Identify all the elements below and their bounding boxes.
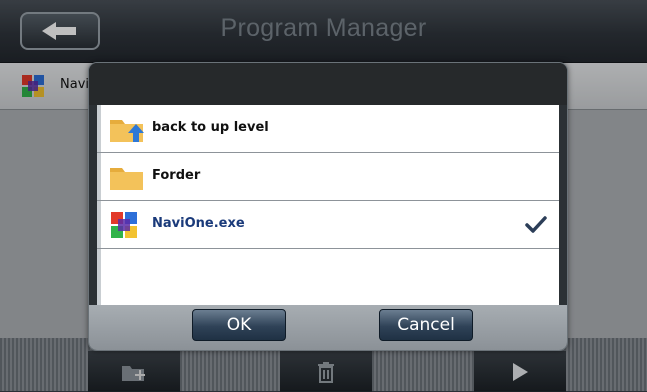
dialog-header — [89, 63, 567, 105]
dialog-button-bar — [89, 305, 567, 350]
cancel-button[interactable]: Cancel — [379, 309, 473, 341]
file-chooser-dialog: back to up level Forder NaviOne.exe OK C… — [88, 62, 568, 351]
folder-up-icon — [109, 114, 145, 148]
list-item-forder[interactable]: Forder — [97, 153, 559, 201]
list-item-navione-exe[interactable]: NaviOne.exe — [97, 201, 559, 249]
list-item-label: Forder — [152, 168, 201, 183]
file-list: back to up level Forder NaviOne.exe — [97, 105, 559, 305]
navione-app-icon — [109, 210, 139, 244]
checkmark-icon — [525, 216, 547, 238]
list-empty-row — [97, 249, 559, 305]
ok-button[interactable]: OK — [192, 309, 286, 341]
list-item-label: back to up level — [152, 120, 269, 135]
list-item-back-to-up-level[interactable]: back to up level — [97, 105, 559, 153]
folder-icon — [109, 162, 145, 196]
list-item-label: NaviOne.exe — [152, 216, 245, 231]
